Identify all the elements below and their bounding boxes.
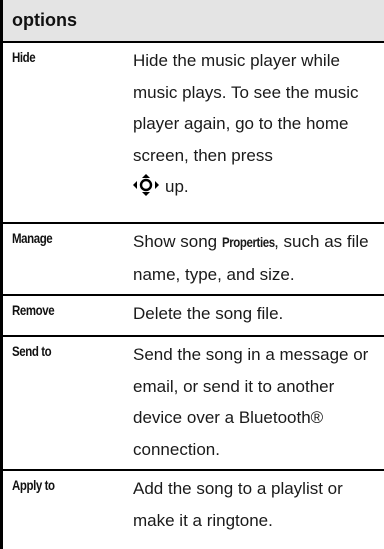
row-divider: [0, 41, 384, 43]
row-divider: [0, 335, 384, 337]
option-term: Apply to: [12, 477, 55, 493]
option-term: Send to: [12, 343, 52, 359]
header-title: options: [12, 10, 77, 30]
options-table: options Hide Hide the music player while…: [0, 0, 384, 549]
row-divider: [0, 469, 384, 471]
description-text-after-icon: up.: [165, 177, 189, 196]
description-prefix: Show song: [133, 232, 218, 251]
option-description: Show song Properties, such as file name,…: [133, 226, 381, 290]
table-header: options: [0, 0, 384, 41]
navigation-key-icon: [133, 174, 159, 196]
table-row-manage: Manage Show song Properties, such as fil…: [0, 222, 384, 294]
row-divider: [0, 222, 384, 224]
option-term: Manage: [12, 230, 53, 246]
row-divider: [0, 294, 384, 296]
properties-term: Properties: [221, 234, 275, 250]
description-text: Hide the music player while music plays.…: [133, 51, 359, 165]
table-row-send-to: Send to Send the song in a message or em…: [0, 335, 384, 469]
option-term: Remove: [12, 302, 55, 318]
table-row-hide: Hide Hide the music player while music p…: [0, 41, 384, 222]
table-row-apply-to: Apply to Add the song to a playlist or m…: [0, 469, 384, 549]
option-description: Send the song in a message or email, or …: [133, 345, 369, 459]
option-description: Hide the music player while music plays.…: [133, 45, 381, 203]
option-description: Add the song to a playlist or make it a …: [133, 479, 343, 530]
table-row-remove: Remove Delete the song file.: [0, 294, 384, 335]
option-term: Hide: [12, 49, 36, 65]
option-description: Delete the song file.: [133, 304, 284, 323]
